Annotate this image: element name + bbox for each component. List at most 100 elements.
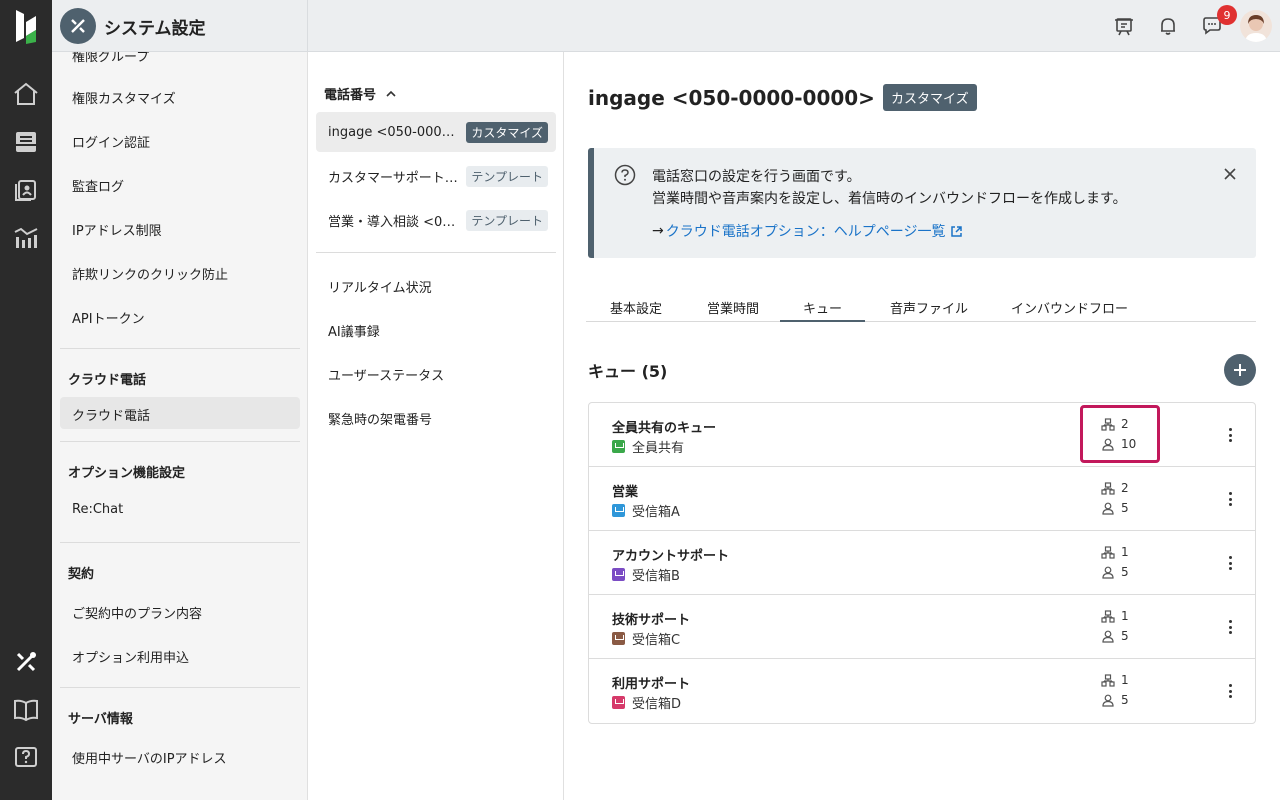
sidebar-item-api-token[interactable]: APIトークン	[72, 308, 145, 327]
phone-number-item[interactable]: 営業・導入相談 <050-0000-0000> テンプレート	[316, 200, 556, 240]
sidebar-divider	[60, 441, 300, 442]
sidebar-item-audit-log[interactable]: 監査ログ	[72, 176, 124, 195]
queue-row[interactable]: 利用サポート 受信箱D 1 5	[589, 659, 1255, 723]
info-line-2: 営業時間や音声案内を設定し、着信時のインバウンドフローを作成します。	[652, 191, 1127, 207]
page-header-title: システム設定	[104, 18, 206, 39]
tab-queue[interactable]: キュー	[780, 298, 865, 322]
customize-tag: カスタマイズ	[466, 121, 548, 143]
manual-book-icon[interactable]	[12, 696, 40, 724]
queue-name: 全員共有のキュー	[612, 421, 717, 436]
analytics-icon[interactable]	[12, 224, 40, 252]
app-logo[interactable]	[12, 8, 40, 44]
queue-inbox-label: 受信箱C	[632, 633, 681, 648]
queue-inbox-label: 受信箱B	[632, 569, 680, 584]
queue-section-title: キュー (5)	[588, 362, 668, 381]
sidebar-section-server: サーバ情報	[68, 712, 133, 727]
announcement-icon[interactable]	[1112, 14, 1136, 38]
phone-number-item[interactable]: カスタマーサポート <050-0000-0000> テンプレート	[316, 156, 556, 196]
group-count-value: 1	[1121, 673, 1129, 687]
phone-number-header[interactable]: 電話番号	[324, 84, 396, 103]
header-divider	[307, 0, 308, 52]
queue-group-count: 2	[1101, 481, 1129, 495]
user-avatar[interactable]	[1240, 10, 1272, 42]
info-line-1: 電話窓口の設定を行う画面です。	[652, 169, 861, 185]
queue-inbox: 受信箱B	[612, 565, 680, 584]
phone-number-panel: 電話番号 ingage <050-0000-0000> カスタマイズ カスタマー…	[308, 52, 564, 800]
sidebar-section-cloud-phone: クラウド電話	[68, 373, 147, 388]
external-link-icon	[951, 225, 963, 237]
link-ai-minutes[interactable]: AI議事録	[328, 321, 380, 340]
queue-inbox: 受信箱A	[612, 501, 680, 520]
phone-number-name: ingage <050-0000-0000>	[328, 124, 460, 140]
queue-row[interactable]: アカウントサポート受信箱B 1 5	[589, 531, 1255, 595]
sidebar-divider	[60, 542, 300, 543]
inbox-icon[interactable]	[12, 128, 40, 156]
sidebar-item-option-apply[interactable]: オプション利用申込	[72, 647, 189, 666]
template-tag: テンプレート	[466, 209, 548, 231]
phone-number-name: カスタマーサポート <050-0000-0000>	[328, 170, 460, 186]
contacts-icon[interactable]	[12, 176, 40, 204]
more-options-icon[interactable]	[1227, 489, 1233, 509]
phone-number-name: 営業・導入相談 <050-0000-0000>	[328, 214, 460, 230]
queue-group-count: 1	[1101, 609, 1129, 623]
sidebar-item-ip-restriction[interactable]: IPアドレス制限	[72, 220, 162, 239]
sidebar-item-cloud-phone[interactable]: クラウド電話	[72, 405, 150, 424]
user-icon	[1102, 566, 1114, 579]
user-icon	[1102, 630, 1114, 643]
settings-tools-icon[interactable]	[12, 648, 40, 676]
group-count-value: 1	[1121, 609, 1129, 623]
inbox-icon	[612, 632, 625, 645]
tab-inbound-flow[interactable]: インバウンドフロー	[1011, 298, 1128, 317]
queue-name: アカウントサポート	[612, 549, 730, 564]
sidebar-item-server-ip[interactable]: 使用中サーバのIPアドレス	[72, 748, 227, 767]
more-options-icon[interactable]	[1227, 553, 1233, 573]
queue-inbox-label: 受信箱D	[632, 697, 682, 712]
queue-user-count: 5	[1101, 693, 1129, 707]
more-options-icon[interactable]	[1227, 425, 1233, 445]
sidebar-item-permission-group[interactable]: 権限グループ	[72, 52, 149, 65]
top-header: システム設定 9	[52, 0, 1280, 52]
tab-business-hours[interactable]: 営業時間	[707, 298, 759, 317]
help-page-link-label: クラウド電話オプション：ヘルプページ一覧	[665, 224, 946, 240]
app-rail	[0, 0, 52, 800]
home-icon[interactable]	[12, 80, 40, 108]
plus-icon	[1234, 364, 1246, 376]
bell-icon[interactable]	[1156, 14, 1180, 38]
inbox-icon	[612, 696, 625, 709]
queue-inbox-label: 受信箱A	[632, 505, 680, 520]
sidebar-item-plan[interactable]: ご契約中のプラン内容	[72, 603, 202, 622]
phone-number-item[interactable]: ingage <050-0000-0000> カスタマイズ	[316, 112, 556, 152]
link-user-status[interactable]: ユーザーステータス	[328, 365, 444, 384]
help-icon[interactable]	[12, 744, 40, 772]
sidebar-item-rechat[interactable]: Re:Chat	[72, 502, 123, 517]
queue-inbox-label: 全員共有	[632, 441, 685, 456]
sidebar-divider	[60, 687, 300, 688]
queue-row[interactable]: 全員共有のキュー 全員共有 2 10	[589, 403, 1255, 467]
more-options-icon[interactable]	[1227, 617, 1233, 637]
sidebar-item-permission-customize[interactable]: 権限カスタマイズ	[72, 88, 176, 107]
more-options-icon[interactable]	[1227, 681, 1233, 701]
user-count-value: 5	[1121, 501, 1129, 515]
queue-group-count: 1	[1101, 673, 1129, 687]
sidebar-item-phishing-prevention[interactable]: 詐欺リンクのクリック防止	[72, 264, 228, 283]
sidebar-divider	[60, 348, 300, 349]
sidebar-item-login-auth[interactable]: ログイン認証	[72, 132, 150, 151]
link-realtime-status[interactable]: リアルタイム状況	[328, 277, 432, 296]
link-emergency-number[interactable]: 緊急時の架電番号	[328, 409, 432, 428]
group-icon	[1101, 673, 1115, 687]
queue-group-count: 1	[1101, 545, 1129, 559]
close-icon[interactable]	[1222, 166, 1238, 182]
main-content: ingage <050-0000-0000> カスタマイズ 電話窓口の設定を行う…	[564, 52, 1280, 800]
queue-row[interactable]: 技術サポート 受信箱C 1 5	[589, 595, 1255, 659]
inbox-icon	[612, 504, 625, 517]
tab-basic-settings[interactable]: 基本設定	[610, 298, 662, 317]
notification-badge: 9	[1217, 5, 1237, 25]
queue-row[interactable]: 営業 受信箱A 2 5	[589, 467, 1255, 531]
add-queue-button[interactable]	[1224, 354, 1256, 386]
group-icon	[1101, 609, 1115, 623]
inbox-icon	[612, 568, 625, 581]
help-page-link[interactable]: → クラウド電話オプション：ヘルプページ一覧	[652, 221, 963, 241]
tab-audio-files[interactable]: 音声ファイル	[890, 298, 968, 317]
sidebar-section-contract: 契約	[68, 567, 95, 582]
user-count-value: 5	[1121, 565, 1129, 579]
